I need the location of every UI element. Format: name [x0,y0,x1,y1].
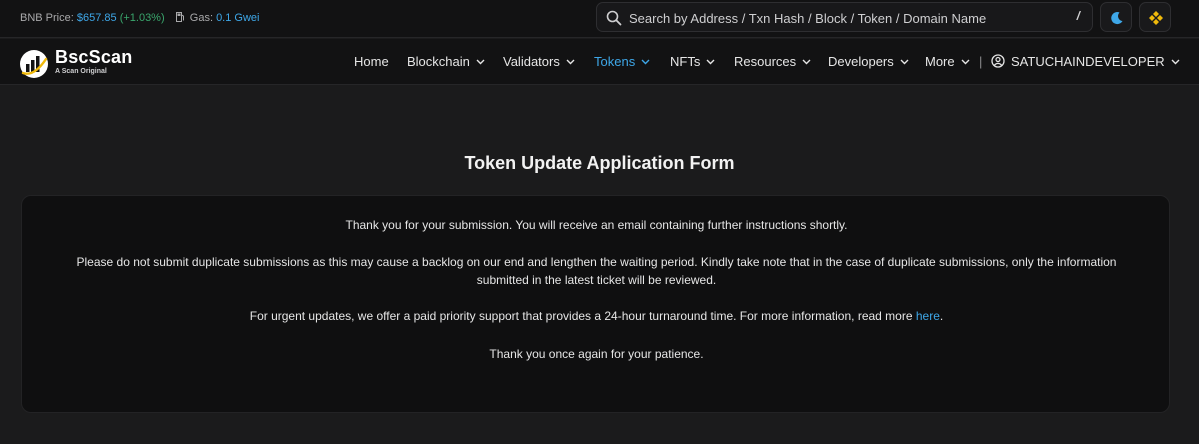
brand-tagline: A Scan Original [55,68,107,75]
read-more-link[interactable]: here [916,309,940,323]
nav-item-developers[interactable]: Developers [828,54,909,70]
nav-item-blockchain[interactable]: Blockchain [407,54,485,70]
nav-label: Resources [734,54,797,69]
chevron-down-icon [566,59,575,65]
chevron-down-icon [802,59,811,65]
submission-confirmation-card: Thank you for your submission. You will … [21,195,1170,413]
nav-item-validators[interactable]: Validators [503,54,575,70]
network-button[interactable] [1139,2,1171,32]
user-circle-icon [991,54,1005,68]
bnb-price-value[interactable]: $657.85 [77,12,117,24]
nav-item-more[interactable]: More [925,54,970,70]
bnb-price-change: (+1.03%) [119,12,165,24]
page-title: Token Update Application Form [464,153,735,173]
theme-toggle-button[interactable] [1100,2,1132,32]
search-icon [606,10,622,26]
chevron-down-icon [900,59,909,65]
search-shortcut-hint: / [1076,9,1080,23]
priority-support-text: For urgent updates, we offer a paid prio… [249,309,913,323]
chevron-down-icon [706,59,715,65]
search-input[interactable] [629,8,1049,28]
gas-label: Gas: [189,12,213,24]
price-ticker: BNB Price: $657.85 (+1.03%) Gas: 0.1 Gwe… [20,12,259,24]
nav-item-tokens[interactable]: Tokens [594,54,650,70]
bscscan-logo-icon [20,50,48,78]
priority-support-message: For urgent updates, we offer a paid prio… [52,307,1141,325]
nav-item-nfts[interactable]: NFTs [670,54,715,70]
chevron-down-icon [476,59,485,65]
search-box[interactable]: / [596,2,1093,32]
nav-item-home[interactable]: Home [354,54,389,70]
top-bar: BNB Price: $657.85 (+1.03%) Gas: 0.1 Gwe… [0,0,1199,38]
gas-value[interactable]: 0.1 Gwei [216,12,259,24]
chevron-down-icon [641,59,650,65]
main-navbar: BscScan A Scan Original Home Blockchain … [0,39,1199,85]
nav-item-resources[interactable]: Resources [734,54,811,70]
duplicate-warning-message: Please do not submit duplicate submissio… [76,255,1117,287]
gas-pump-icon [175,12,184,22]
priority-support-period: . [939,309,944,323]
username: SATUCHAINDEVELOPER [1011,54,1165,69]
brand-name: BscScan [55,47,133,67]
confirmation-message: Thank you for your submission. You will … [345,218,848,232]
bscscan-logo[interactable]: BscScan A Scan Original [19,47,149,78]
moon-icon [1111,12,1123,25]
chevron-down-icon [1171,59,1180,65]
bnb-icon [1149,11,1163,25]
nav-label: NFTs [670,54,701,69]
nav-label: Blockchain [407,54,470,69]
nav-label: Validators [503,54,560,69]
user-menu[interactable]: SATUCHAINDEVELOPER [1011,54,1180,70]
nav-label: More [925,54,955,69]
thank-you-message: Thank you once again for your patience. [489,347,704,361]
nav-label: Tokens [594,54,636,69]
nav-label: Home [354,54,389,69]
bnb-price-label: BNB Price: [20,12,74,24]
chevron-down-icon [961,59,970,65]
nav-label: Developers [828,54,894,69]
nav-separator: | [979,54,983,69]
